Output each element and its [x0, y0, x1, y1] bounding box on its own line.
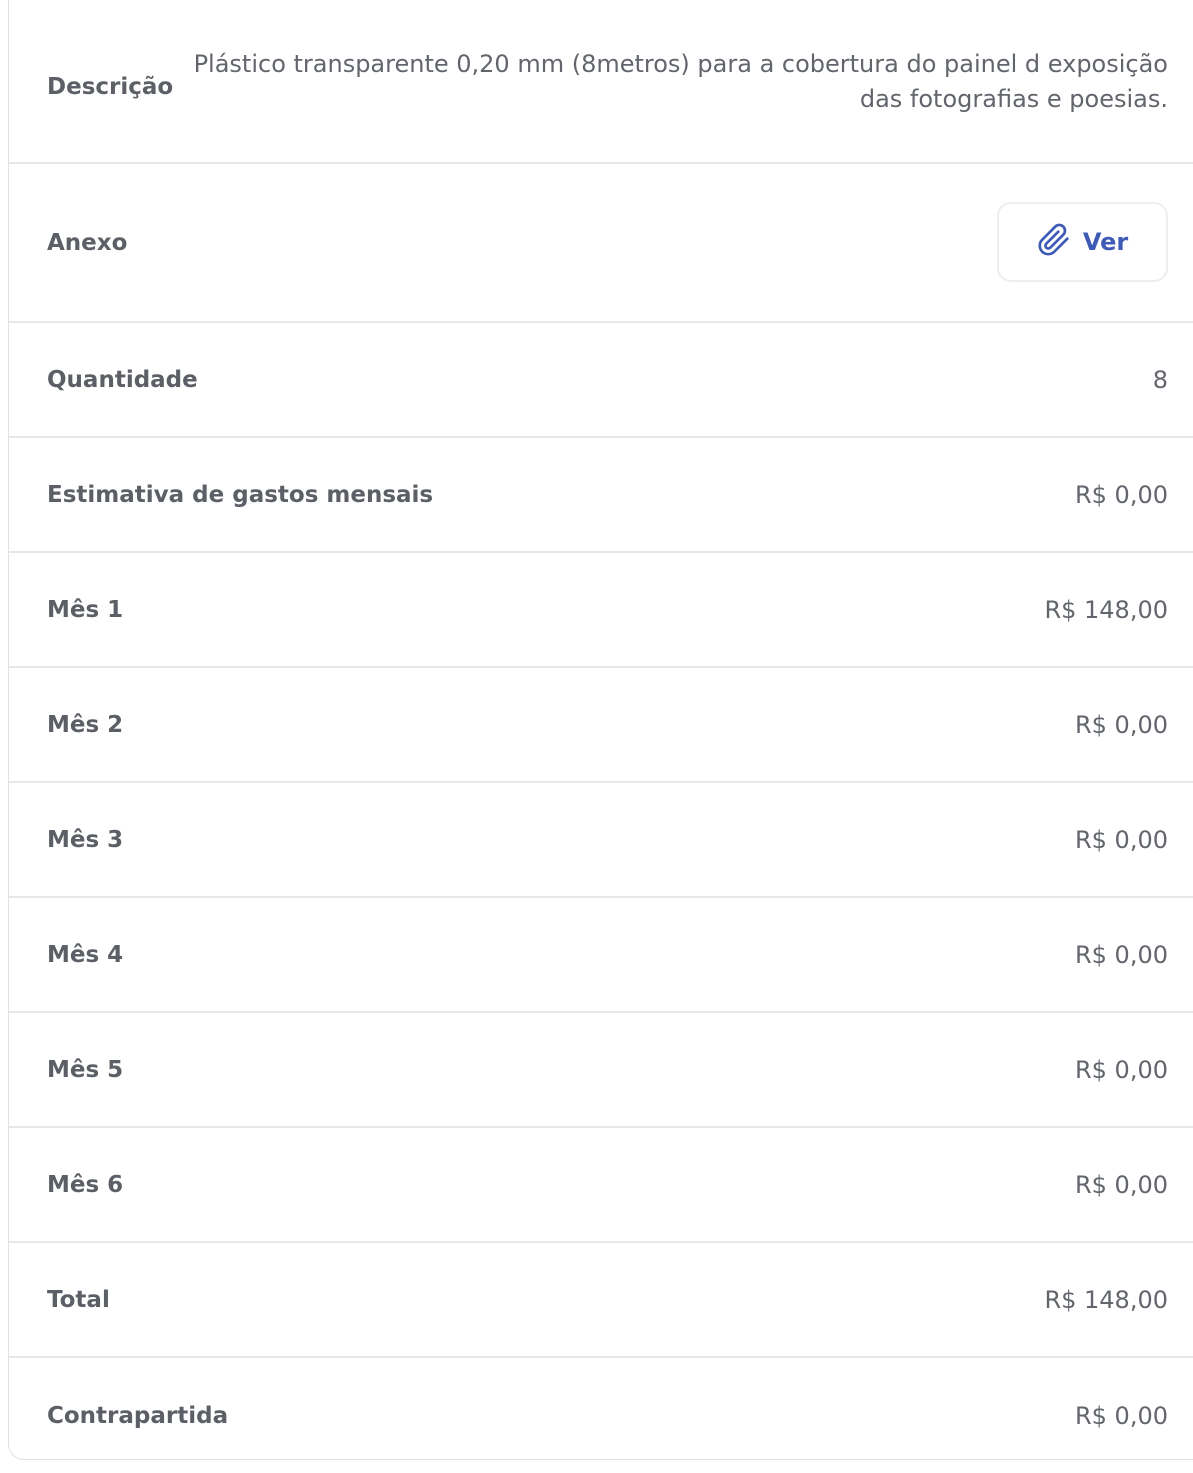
row-value: R$ 148,00	[1044, 1285, 1168, 1314]
row-value: R$ 0,00	[1074, 1170, 1168, 1199]
ver-button-label: Ver	[1082, 227, 1129, 256]
row-value: R$ 0,00	[1074, 940, 1168, 969]
row-mes-1: Mês 1 R$ 148,00	[9, 553, 1193, 668]
row-mes-4: Mês 4 R$ 0,00	[9, 898, 1193, 1013]
row-mes-2: Mês 2 R$ 0,00	[9, 668, 1193, 783]
row-value: R$ 0,00	[1074, 480, 1168, 509]
paperclip-icon	[1037, 223, 1071, 261]
row-label: Contrapartida	[47, 1402, 229, 1429]
row-anexo: Anexo Ver	[9, 164, 1193, 323]
row-mes-6: Mês 6 R$ 0,00	[9, 1128, 1193, 1243]
row-label: Total	[47, 1286, 110, 1313]
row-value: R$ 0,00	[1074, 710, 1168, 739]
row-estimativa: Estimativa de gastos mensais R$ 0,00	[9, 438, 1193, 553]
row-label: Mês 3	[47, 826, 124, 853]
row-label: Descrição	[47, 74, 174, 100]
row-value: 8	[1152, 365, 1168, 394]
row-label: Mês 1	[47, 596, 124, 623]
row-value: R$ 0,00	[1074, 1401, 1168, 1430]
row-label: Quantidade	[47, 366, 198, 393]
row-label: Mês 6	[47, 1171, 124, 1198]
row-value: R$ 0,00	[1074, 825, 1168, 854]
row-label: Mês 5	[47, 1056, 124, 1083]
row-value: R$ 148,00	[1044, 595, 1168, 624]
row-label: Mês 4	[47, 941, 124, 968]
details-list: Descrição Plástico transparente 0,20 mm …	[9, 0, 1193, 1473]
row-label: Mês 2	[47, 711, 124, 738]
ver-attachment-button[interactable]: Ver	[997, 201, 1168, 282]
row-descricao: Descrição Plástico transparente 0,20 mm …	[9, 0, 1193, 164]
row-mes-3: Mês 3 R$ 0,00	[9, 783, 1193, 898]
row-quantidade: Quantidade 8	[9, 323, 1193, 438]
row-mes-5: Mês 5 R$ 0,00	[9, 1013, 1193, 1128]
row-label: Anexo	[47, 229, 128, 256]
row-label: Estimativa de gastos mensais	[47, 481, 434, 508]
description-text: Plástico transparente 0,20 mm (8metros) …	[193, 50, 1168, 113]
row-value: R$ 0,00	[1074, 1055, 1168, 1084]
row-total: Total R$ 148,00	[9, 1243, 1193, 1358]
row-contrapartida: Contrapartida R$ 0,00	[9, 1358, 1193, 1473]
